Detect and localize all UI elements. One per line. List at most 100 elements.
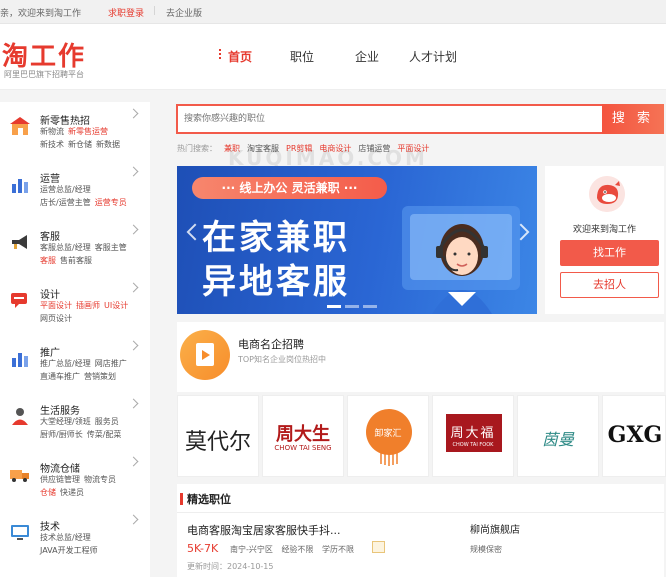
search-button[interactable]: 搜 索	[602, 104, 664, 134]
sidebar-subcategory-line: 技术总监/经理	[40, 532, 95, 543]
sidebar-category[interactable]: 技术 技术总监/经理 JAVA开发工程师	[0, 508, 150, 568]
brand-section-subtitle: TOP知名企业岗位热招中	[238, 355, 327, 364]
megaphone-icon	[9, 231, 31, 253]
sidebar-subcategory-line: 供应链管理 物流专员	[40, 474, 120, 485]
brand-section-title[interactable]: 电商名企招聘	[238, 336, 304, 352]
featured-jobs-heading: 精选职位	[187, 493, 231, 506]
hire-button[interactable]: 去招人	[560, 272, 659, 298]
nav-talent-plan[interactable]: 人才计划	[409, 48, 457, 65]
sidebar-category-title[interactable]: 推广	[40, 344, 60, 359]
sidebar-subcategory-link[interactable]: UI设计	[104, 301, 128, 310]
chevron-right-icon	[128, 456, 139, 467]
banner-pill: ··· 线上办公 灵活兼职 ···	[192, 177, 387, 199]
top-bar: 亲，欢迎来到淘工作 求职登录 | 去企业版	[0, 0, 666, 24]
sidebar-subcategory-link[interactable]: 客服主管	[95, 243, 127, 252]
sidebar-category[interactable]: 生活服务 大堂经理/领班 服务员厨师/厨师长 传菜/配菜	[0, 392, 150, 452]
sidebar-category-title[interactable]: 客服	[40, 228, 60, 243]
brand-logo-xiejiahui[interactable]: 卸家汇	[347, 395, 429, 477]
enterprise-link[interactable]: 去企业版	[166, 6, 202, 19]
sidebar-subcategory-link[interactable]: 平面设计	[40, 301, 72, 310]
sidebar-subcategory-link[interactable]: 供应链管理	[40, 475, 80, 484]
sidebar-category-title[interactable]: 生活服务	[40, 402, 80, 417]
brand-logo-modal[interactable]: 莫代尔	[177, 395, 259, 477]
sidebar-category[interactable]: 设计 平面设计 插画师 UI设计网页设计	[0, 276, 150, 336]
sidebar-subcategory-link[interactable]: 客服总监/经理	[40, 243, 91, 252]
sidebar-category-title[interactable]: 设计	[40, 286, 60, 301]
job-title[interactable]: 电商客服淘宝居家客服快手抖...	[187, 522, 341, 538]
sidebar-category[interactable]: 新零售热招 新物流 新零售运营 新技术 新仓储 新数据	[0, 102, 150, 162]
promo-banner[interactable]: ··· 线上办公 灵活兼职 ··· 在家兼职 异地客服	[177, 166, 537, 314]
brand-logo-gxg[interactable]: GXG	[602, 395, 666, 477]
sidebar-subcategory-line: 运营总监/经理	[40, 184, 95, 195]
sidebar-category-title[interactable]: 技术	[40, 518, 60, 533]
sidebar-subcategory-link[interactable]: 传菜/配菜	[87, 430, 122, 439]
sidebar-subcategory-link[interactable]: 服务员	[95, 417, 119, 426]
sidebar-subcategory-link[interactable]: JAVA开发工程师	[40, 546, 98, 555]
bar-chart-icon	[9, 347, 31, 369]
job-education: 学历不限	[321, 545, 354, 554]
chevron-right-icon	[128, 340, 139, 351]
sidebar-subcategory-link[interactable]: 网页设计	[40, 314, 72, 323]
sidebar-subcategory-line: 仓储 快递员	[40, 487, 88, 498]
sidebar-subcategory-link[interactable]: 大堂经理/领班	[40, 417, 91, 426]
banner-pagination[interactable]	[327, 300, 381, 311]
nav-jobs[interactable]: 职位	[290, 48, 314, 65]
sidebar-subcategory-link[interactable]: 店长/运营主管	[40, 198, 91, 207]
logo-subtitle: 阿里巴巴旗下招聘平台	[4, 70, 84, 79]
sidebar-subcategory-line: 推广总监/经理 网店推广	[40, 358, 131, 369]
sidebar-subcategory-link[interactable]: 插画师	[76, 301, 100, 310]
truck-icon	[9, 463, 31, 485]
sidebar-subcategory-link[interactable]: 新技术	[40, 140, 64, 149]
brand-logo-chowtaifook[interactable]: 周大福 CHOW TAI FOOK	[432, 395, 514, 477]
banner-prev-arrow-icon[interactable]	[186, 223, 204, 241]
sidebar-subcategory-link[interactable]: 售前客服	[60, 256, 92, 265]
sidebar-subcategory-link[interactable]: 物流专员	[84, 475, 116, 484]
company-name[interactable]: 柳尚旗舰店	[470, 521, 520, 536]
sidebar-subcategory-link[interactable]: 运营总监/经理	[40, 185, 91, 194]
sidebar-subcategory-line: 平面设计 插画师 UI设计	[40, 300, 132, 311]
sidebar-subcategory-link[interactable]: 快递员	[60, 488, 84, 497]
sidebar-subcategory-link[interactable]: 营销策划	[84, 372, 116, 381]
find-job-button[interactable]: 找工作	[560, 240, 659, 266]
job-updated-date: 更新时间：2024-10-15	[187, 562, 274, 571]
chat-icon	[9, 289, 31, 311]
search-input[interactable]	[184, 111, 584, 127]
sidebar-category-title[interactable]: 新零售热招	[40, 112, 90, 127]
brand-section-icon	[180, 330, 230, 380]
job-experience: 经验不限	[281, 545, 314, 554]
banner-headline-2: 异地客服	[202, 262, 350, 302]
sidebar-subcategory-link[interactable]: 网店推广	[95, 359, 127, 368]
sidebar-subcategory-link[interactable]: 运营专员	[95, 198, 127, 207]
nav-active-indicator	[219, 49, 222, 61]
sidebar-subcategory-line: 网页设计	[40, 313, 76, 324]
sidebar-subcategory-link[interactable]: 客服	[40, 256, 56, 265]
sidebar-subcategory-link[interactable]: 直通车推广	[40, 372, 80, 381]
sidebar-subcategory-line: 客服 售前客服	[40, 255, 96, 266]
nav-companies[interactable]: 企业	[355, 48, 379, 65]
sidebar-subcategory-link[interactable]: 新数据	[96, 140, 120, 149]
sidebar-category[interactable]: 推广 推广总监/经理 网店推广 直通车推广 营销策划	[0, 334, 150, 394]
brand-logo-chowtaiseng[interactable]: 周大生 CHOW TAI SENG	[262, 395, 344, 477]
nav-home[interactable]: 首页	[228, 48, 252, 65]
sidebar-subcategory-link[interactable]: 新仓储	[68, 140, 92, 149]
sidebar-subcategory-link[interactable]: 推广总监/经理	[40, 359, 91, 368]
sidebar-subcategory-link[interactable]: 技术总监/经理	[40, 533, 91, 542]
chevron-right-icon	[128, 282, 139, 293]
sidebar-category[interactable]: 运营 运营总监/经理 店长/运营主管 运营专员	[0, 160, 150, 220]
logo[interactable]: 淘工作	[2, 36, 86, 73]
separator: |	[153, 6, 157, 16]
brand-recruitment-section: 电商名企招聘 TOP知名企业岗位热招中	[177, 322, 664, 392]
sidebar-subcategory-line: 新物流 新零售运营	[40, 126, 112, 137]
sidebar-subcategory-link[interactable]: 新物流	[40, 127, 64, 136]
sidebar-category-title[interactable]: 运营	[40, 170, 60, 185]
sidebar-category-title[interactable]: 物流仓储	[40, 460, 80, 475]
sidebar-category[interactable]: 物流仓储 供应链管理 物流专员 仓储 快递员	[0, 450, 150, 510]
brand-logo-inman[interactable]: 茵曼	[517, 395, 599, 477]
login-link[interactable]: 求职登录	[108, 6, 144, 19]
sidebar-category[interactable]: 客服 客服总监/经理 客服主管 客服 售前客服	[0, 218, 150, 278]
sidebar-subcategory-link[interactable]: 新零售运营	[68, 127, 108, 136]
job-location: 南宁-兴宁区	[230, 545, 273, 554]
chevron-right-icon	[128, 514, 139, 525]
sidebar-subcategory-link[interactable]: 厨师/厨师长	[40, 430, 83, 439]
sidebar-subcategory-link[interactable]: 仓储	[40, 488, 56, 497]
